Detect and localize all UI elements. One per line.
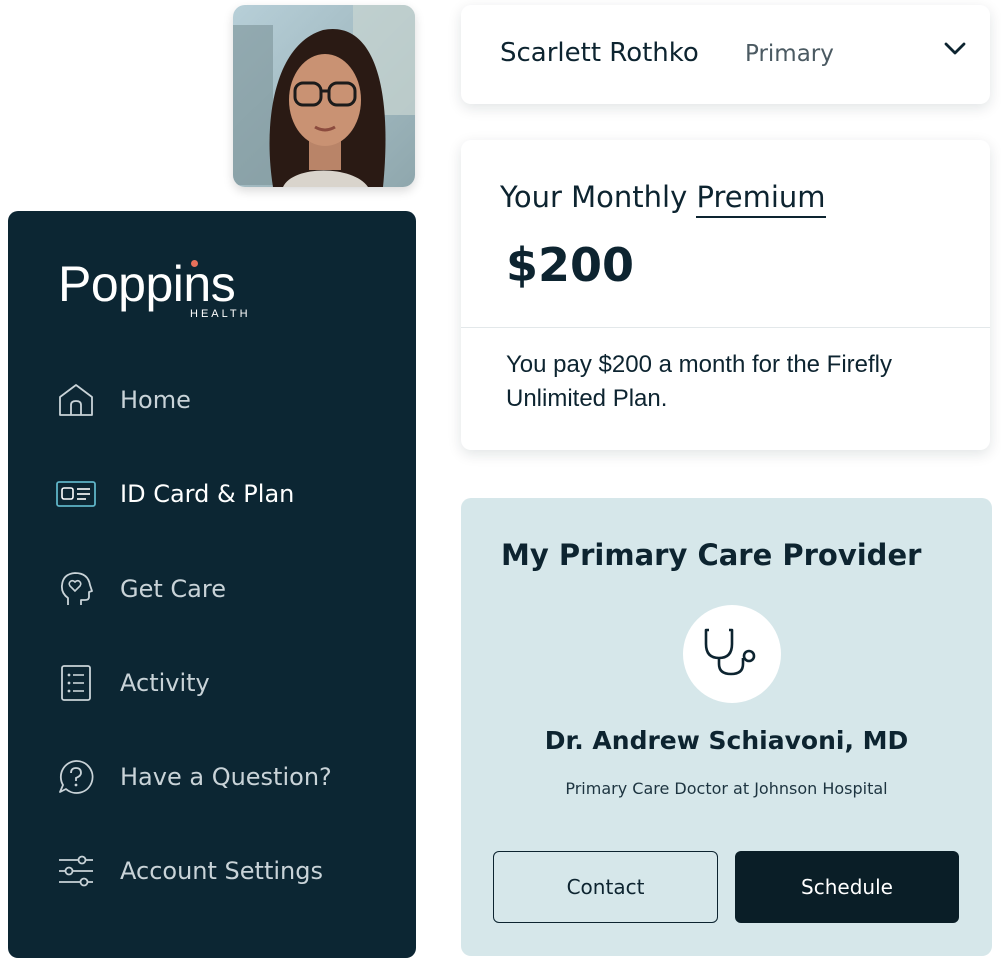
- monthly-premium-card: Your Monthly Premium $200 You pay $200 a…: [461, 140, 990, 450]
- home-icon: [56, 380, 96, 420]
- sidebar-item-get-care[interactable]: Get Care: [56, 567, 386, 611]
- divider: [461, 327, 990, 328]
- premium-description: You pay $200 a month for the Firefly Unl…: [506, 351, 893, 412]
- logo-accent-dot: [191, 260, 198, 267]
- sidebar-item-label: Get Care: [120, 575, 226, 603]
- schedule-button[interactable]: Schedule: [735, 851, 959, 923]
- member-role: Primary: [745, 41, 834, 67]
- member-selector[interactable]: Scarlett Rothko Primary: [461, 5, 990, 104]
- premium-amount: $200: [506, 238, 635, 292]
- profile-photo: [233, 5, 415, 187]
- list-icon: [56, 663, 96, 703]
- sidebar-item-label: Account Settings: [120, 857, 323, 885]
- sidebar-item-id-card[interactable]: ID Card & Plan: [56, 472, 386, 516]
- sidebar-nav: Poppins HEALTH Home ID Card & Plan Get C…: [8, 211, 416, 958]
- question-bubble-icon: [56, 757, 96, 797]
- contact-button[interactable]: Contact: [493, 851, 718, 923]
- sidebar-item-label: Have a Question?: [120, 763, 332, 791]
- doctor-name: Dr. Andrew Schiavoni, MD: [544, 726, 909, 755]
- provider-heading: My Primary Care Provider: [501, 538, 922, 572]
- brand-logo[interactable]: Poppins: [58, 259, 236, 309]
- premium-title: Your Monthly Premium: [500, 180, 826, 218]
- sidebar-item-label: Activity: [120, 669, 210, 697]
- premium-title-prefix: Your Monthly: [500, 180, 697, 214]
- chevron-down-icon[interactable]: [944, 41, 966, 60]
- provider-avatar: [683, 605, 781, 703]
- stethoscope-icon: [703, 626, 761, 682]
- doctor-role: Primary Care Doctor at Johnson Hospital: [565, 779, 888, 798]
- member-name: Scarlett Rothko: [500, 38, 699, 68]
- sidebar-item-label: ID Card & Plan: [120, 480, 295, 508]
- brand-subtitle: HEALTH: [190, 308, 251, 320]
- sidebar-item-home[interactable]: Home: [56, 378, 386, 422]
- premium-link[interactable]: Premium: [696, 180, 826, 218]
- sidebar-item-question[interactable]: Have a Question?: [56, 755, 386, 799]
- head-heart-icon: [56, 569, 96, 609]
- sidebar-item-activity[interactable]: Activity: [56, 661, 386, 705]
- sliders-icon: [56, 851, 96, 891]
- profile-photo-image: [233, 5, 415, 187]
- sidebar-item-label: Home: [120, 386, 191, 414]
- sidebar-item-account-settings[interactable]: Account Settings: [56, 849, 386, 893]
- id-card-icon: [56, 474, 96, 514]
- primary-care-provider-card: My Primary Care Provider Dr. Andrew Schi…: [461, 498, 992, 956]
